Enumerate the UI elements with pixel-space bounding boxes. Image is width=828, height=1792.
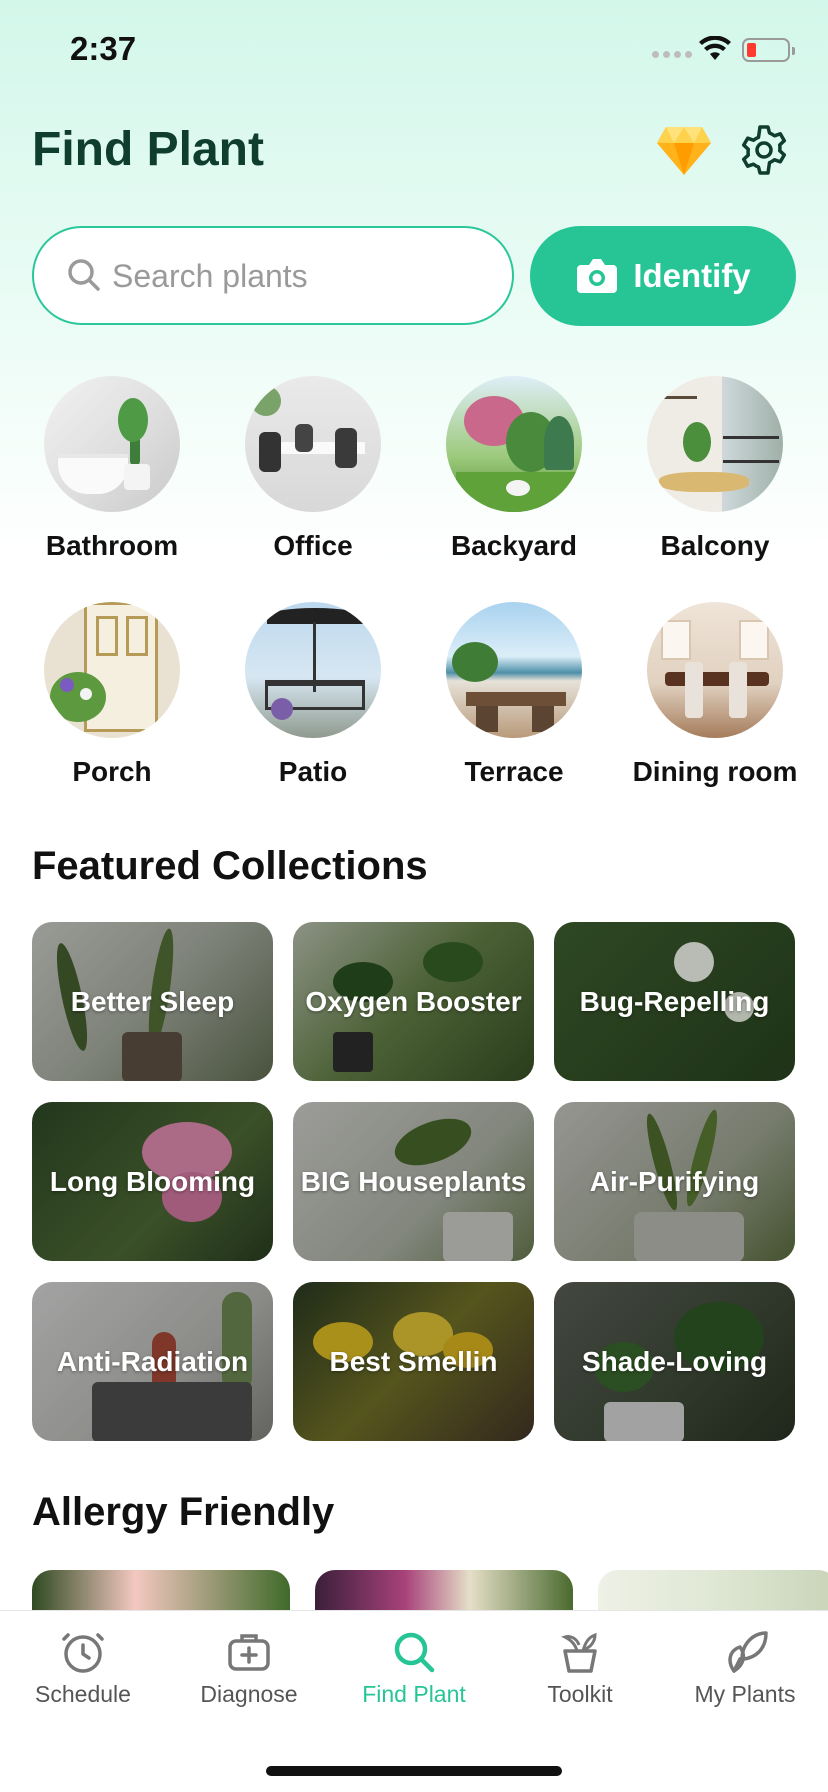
collection-label: Shade-Loving [581,1345,768,1377]
collection-card[interactable]: Anti-Radiation [32,1282,273,1441]
tab-toolkit[interactable]: Toolkit [497,1629,663,1708]
room-image [446,376,582,512]
collection-label: Anti-Radiation [56,1345,249,1377]
room-image [647,602,783,738]
battery-icon [742,38,795,62]
room-patio[interactable]: Patio [213,602,413,788]
room-label: Office [273,530,353,561]
featured-collections-title: Featured Collections [32,844,428,888]
medkit-icon [228,1634,270,1671]
search-icon [394,1632,435,1673]
tab-find-plant[interactable]: Find Plant [331,1629,497,1708]
room-label: Balcony [660,530,770,561]
status-bar: 2:37 [0,0,828,100]
allergy-friendly-title: Allergy Friendly [32,1490,335,1534]
home-indicator [266,1766,562,1776]
room-label: Terrace [464,756,564,787]
tab-diagnose[interactable]: Diagnose [166,1629,332,1708]
settings-gear-icon[interactable] [738,124,790,176]
room-porch[interactable]: Porch [12,602,212,788]
collection-label: Long Blooming [49,1165,256,1197]
collection-card[interactable]: Bug-Repelling [554,922,795,1081]
search-box[interactable] [32,226,514,325]
tab-my-plants[interactable]: My Plants [662,1629,828,1708]
room-label: Backyard [450,530,578,561]
room-office[interactable]: Office [213,376,413,562]
collection-label: Oxygen Booster [305,985,522,1017]
room-image [245,376,381,512]
tab-schedule[interactable]: Schedule [0,1629,166,1708]
tab-label: Diagnose [200,1681,298,1707]
collection-label: Bug-Repelling [579,985,770,1017]
room-label: Bathroom [45,530,179,561]
room-terrace[interactable]: Terrace [414,602,614,788]
collection-card[interactable]: Better Sleep [32,922,273,1081]
room-dining-room[interactable]: Dining room [615,602,815,788]
room-label: Porch [72,756,152,787]
collection-label: BIG Houseplants [300,1165,527,1197]
collection-label: Better Sleep [70,985,235,1017]
tab-bar: Schedule Diagnose Find Plant Toolkit My … [0,1610,828,1792]
room-image [44,376,180,512]
tab-label: Toolkit [547,1681,613,1707]
room-backyard[interactable]: Backyard [414,376,614,562]
pot-icon [561,1632,597,1673]
room-label: Patio [278,756,348,787]
page-title: Find Plant [32,123,264,176]
identify-label: Identify [633,257,751,294]
room-image [446,602,582,738]
tab-label: Find Plant [362,1681,466,1707]
collection-card[interactable]: Oxygen Booster [293,922,534,1081]
collection-label: Best Smellin [329,1345,498,1377]
room-image [245,602,381,738]
clock-icon [62,1633,104,1673]
status-time: 2:37 [70,30,137,67]
collection-card[interactable]: Best Smellin [293,1282,534,1441]
signal-icon [652,51,692,58]
leaves-icon [728,1631,768,1673]
collection-card[interactable]: Air-Purifying [554,1102,795,1261]
collection-card[interactable]: BIG Houseplants [293,1102,534,1261]
tab-label: Schedule [35,1681,131,1707]
room-bathroom[interactable]: Bathroom [12,376,212,562]
room-balcony[interactable]: Balcony [615,376,815,562]
camera-icon [577,259,618,293]
room-image [647,376,783,512]
search-icon [68,259,100,291]
room-image [44,602,180,738]
search-input[interactable] [112,248,482,304]
collection-card[interactable]: Long Blooming [32,1102,273,1261]
collection-label: Air-Purifying [589,1165,760,1197]
room-label: Dining room [632,756,798,787]
collection-card[interactable]: Shade-Loving [554,1282,795,1441]
tab-label: My Plants [694,1681,796,1707]
wifi-icon [699,36,731,60]
premium-gem-icon[interactable] [656,125,712,177]
identify-button[interactable]: Identify [530,226,796,326]
